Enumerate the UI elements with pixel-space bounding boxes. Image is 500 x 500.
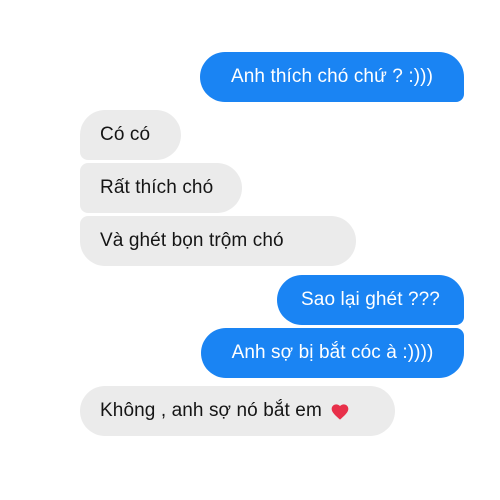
sent-message-bubble[interactable]: Anh thích chó chứ ? :))) xyxy=(200,52,464,102)
chat-thread: Anh thích chó chứ ? :))) Có có Rất thích… xyxy=(0,0,500,500)
received-message-bubble[interactable]: Và ghét bọn trộm chó xyxy=(80,216,356,266)
message-text: Có có xyxy=(100,124,151,145)
message-text: Sao lại ghét ??? xyxy=(301,289,440,310)
received-message-bubble[interactable]: Không , anh sợ nó bắt em xyxy=(80,386,395,436)
received-message-bubble[interactable]: Có có xyxy=(80,110,181,160)
sent-message-bubble[interactable]: Anh sợ bị bắt cóc à :)))) xyxy=(201,328,464,378)
message-text: Anh sợ bị bắt cóc à :)))) xyxy=(231,342,434,363)
message-text: Anh thích chó chứ ? :))) xyxy=(230,66,434,87)
received-message-bubble[interactable]: Rất thích chó xyxy=(80,163,242,213)
message-text: Không , anh sợ nó bắt em xyxy=(100,400,322,421)
red-heart-icon xyxy=(330,402,350,422)
message-text: Rất thích chó xyxy=(100,177,214,198)
message-text: Và ghét bọn trộm chó xyxy=(100,230,284,251)
sent-message-bubble[interactable]: Sao lại ghét ??? xyxy=(277,275,464,325)
